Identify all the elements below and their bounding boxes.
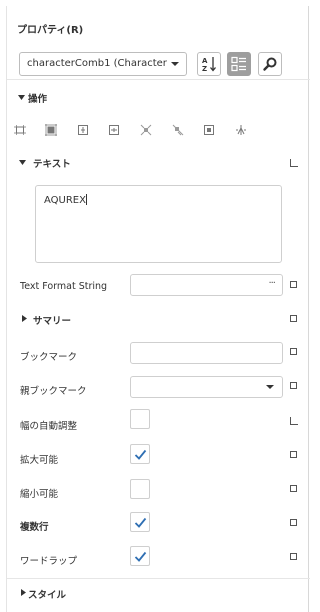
property-marker	[290, 553, 297, 560]
word-wrap-checkbox[interactable]	[130, 546, 150, 566]
section-expanded-icon[interactable]	[19, 159, 26, 166]
svg-text:A: A	[202, 57, 208, 65]
text-input[interactable]: AQUREX	[35, 185, 282, 263]
properties-panel: プロパティ(R) characterComb1 (Character C... …	[6, 6, 310, 612]
property-marker	[290, 485, 297, 492]
fit-to-container-icon[interactable]	[203, 124, 215, 136]
section-collapsed-icon[interactable]	[21, 315, 28, 322]
center-horizontally-icon[interactable]	[77, 124, 89, 136]
auto-width-label: 幅の自動調整	[20, 421, 78, 432]
property-marker	[290, 315, 297, 322]
object-selector[interactable]: characterComb1 (Character C...	[19, 52, 187, 76]
categorized-view-icon	[231, 56, 246, 72]
text-format-string-field[interactable]: ···	[130, 274, 283, 296]
sort-alphabetical-button[interactable]: A Z	[197, 52, 221, 76]
section-title-operations[interactable]: 操作	[28, 91, 47, 105]
object-selector-value: characterComb1 (Character C...	[27, 58, 167, 69]
ellipsis-button[interactable]: ···	[268, 278, 275, 289]
checkmark-icon	[134, 517, 147, 528]
align-to-grid-icon[interactable]	[14, 124, 26, 136]
parent-bookmark-label: 親ブックマーク	[20, 386, 87, 397]
auto-width-checkbox[interactable]	[130, 409, 150, 429]
categorized-view-button[interactable]	[227, 52, 251, 76]
multiline-checkbox[interactable]	[130, 512, 150, 532]
section-expanded-icon[interactable]	[18, 94, 25, 101]
search-icon	[263, 57, 277, 71]
divider	[7, 578, 310, 579]
bookmark-label: ブックマーク	[20, 352, 78, 363]
center-vertically-icon[interactable]	[108, 124, 120, 136]
property-marker	[290, 451, 297, 458]
section-title-summary[interactable]: サマリー	[33, 313, 71, 327]
anchor-icon[interactable]	[235, 124, 247, 136]
property-marker	[290, 519, 297, 526]
search-button[interactable]	[258, 52, 282, 76]
size-to-grid-icon[interactable]	[45, 124, 57, 136]
bookmark-field[interactable]	[130, 342, 283, 364]
divider	[7, 79, 310, 80]
sort-alphabetical-icon: A Z	[202, 57, 216, 72]
svg-text:Z: Z	[202, 65, 207, 72]
parent-bookmark-dropdown[interactable]	[130, 376, 283, 398]
can-shrink-checkbox[interactable]	[130, 479, 150, 499]
text-format-string-label: Text Format String	[20, 281, 108, 292]
property-marker	[290, 281, 297, 288]
send-to-back-icon[interactable]	[172, 124, 184, 136]
chevron-down-icon	[171, 62, 179, 66]
bring-to-front-icon[interactable]	[140, 124, 152, 136]
text-cursor	[85, 194, 87, 205]
property-marker	[290, 382, 297, 389]
panel-title: プロパティ(R)	[17, 25, 84, 36]
property-marker	[290, 348, 297, 355]
section-collapsed-icon[interactable]	[20, 589, 27, 596]
can-shrink-label: 縮小可能	[20, 489, 59, 500]
property-marker	[290, 159, 298, 167]
chevron-down-icon	[266, 385, 274, 389]
can-grow-label: 拡大可能	[20, 455, 59, 466]
word-wrap-label: ワードラップ	[20, 556, 78, 567]
text-value: AQUREX	[44, 195, 86, 206]
checkmark-icon	[134, 449, 147, 460]
section-title-text[interactable]: テキスト	[33, 156, 71, 170]
multiline-label: 複数行	[20, 522, 49, 533]
checkmark-icon	[134, 551, 147, 562]
property-marker	[290, 417, 298, 425]
section-title-style[interactable]: スタイル	[28, 587, 66, 601]
can-grow-checkbox[interactable]	[130, 444, 150, 464]
